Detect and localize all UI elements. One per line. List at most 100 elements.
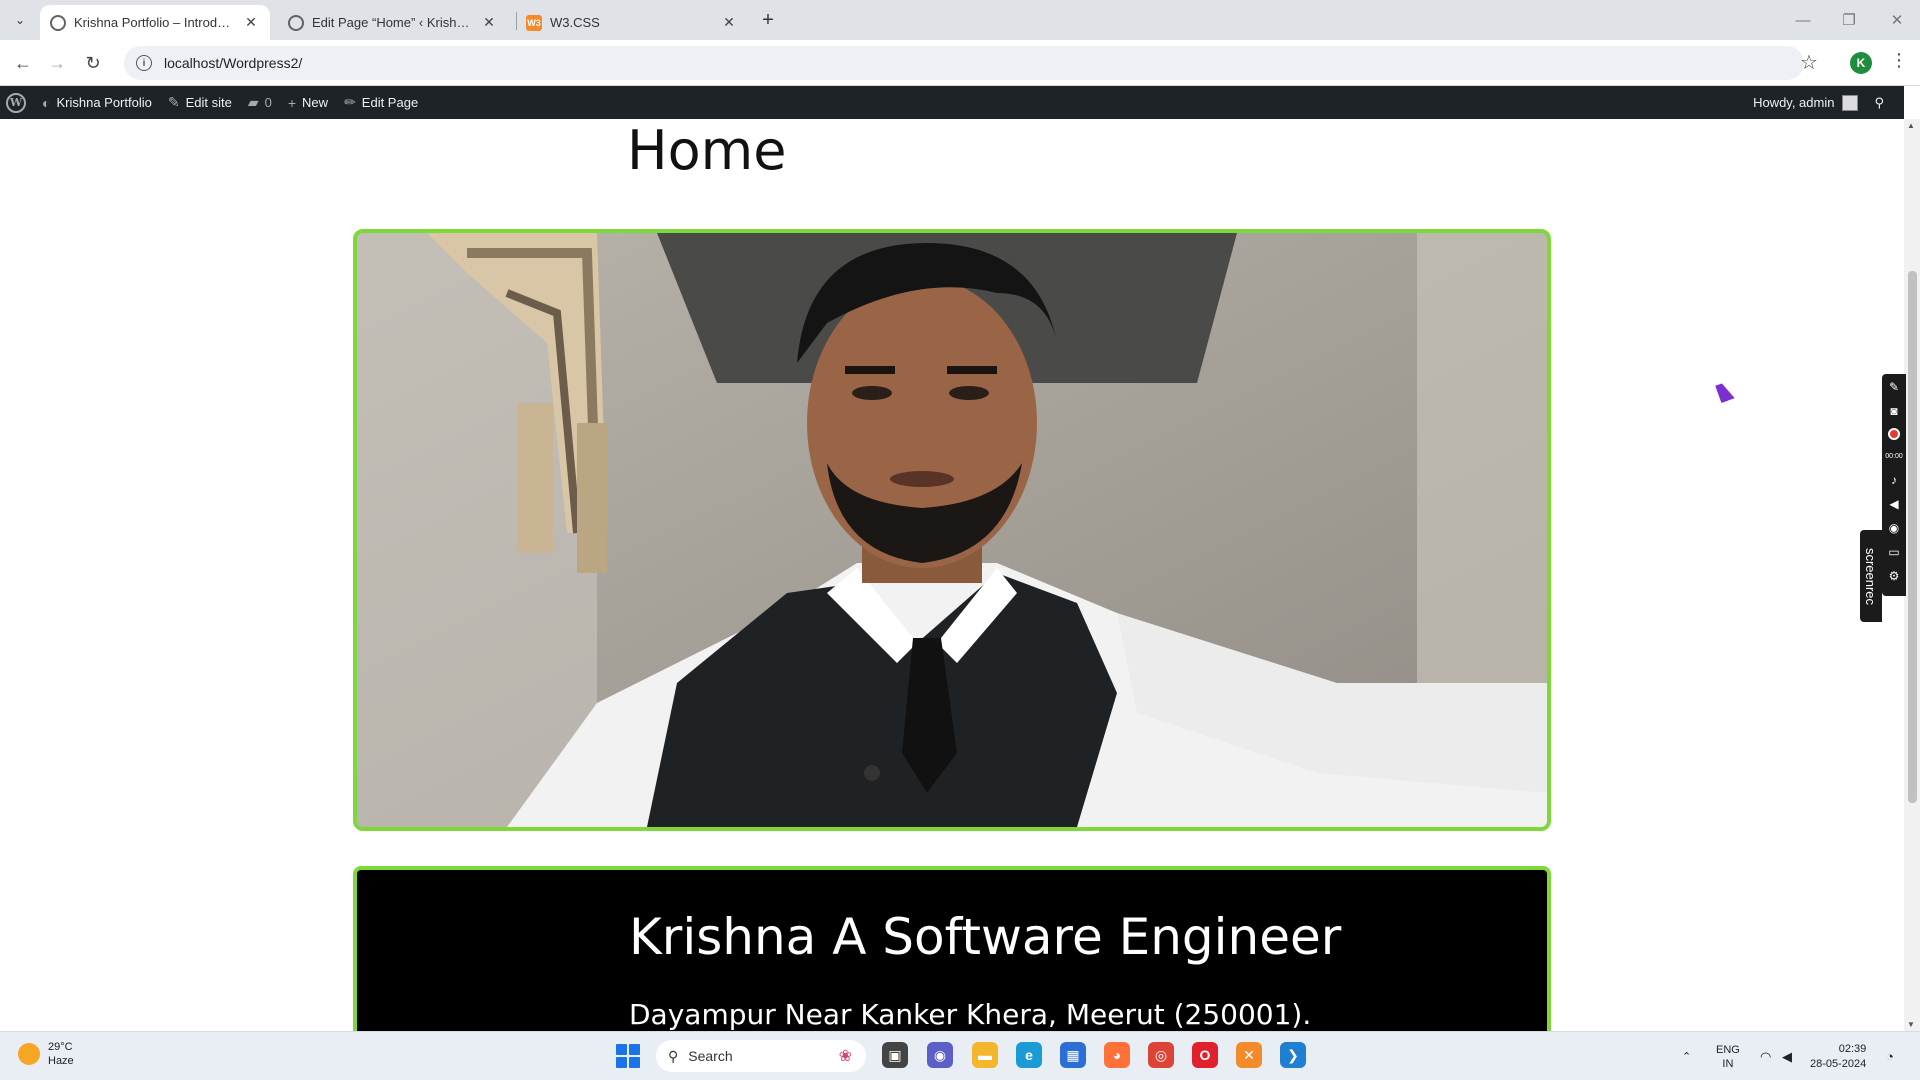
clock-time: 02:39 bbox=[1838, 1042, 1867, 1055]
microphone-icon[interactable]: ♪ bbox=[1891, 473, 1897, 488]
record-timer: 00:00 bbox=[1885, 453, 1903, 460]
screenrec-toolbar: ✎ ◙ 00:00 ♪ ◀ ◉ ▭ ⚙ bbox=[1882, 374, 1906, 596]
teams-chat-icon[interactable]: ◉ bbox=[927, 1042, 953, 1068]
w3schools-favicon-icon: W3 bbox=[526, 14, 542, 31]
site-info-icon[interactable]: i bbox=[136, 55, 152, 71]
back-arrow-icon[interactable]: ← bbox=[10, 50, 36, 76]
comments-count: 0 bbox=[264, 95, 272, 110]
region-code: IN bbox=[1722, 1057, 1734, 1070]
new-content-menu[interactable]: + New bbox=[280, 86, 336, 119]
file-explorer-icon[interactable]: ▬ bbox=[972, 1042, 998, 1068]
weather-moon-icon bbox=[18, 1043, 40, 1065]
speaker-icon[interactable]: ◀ bbox=[1889, 497, 1898, 512]
reload-icon[interactable]: ↻ bbox=[80, 50, 106, 76]
weather-widget[interactable]: 29°C Haze bbox=[18, 1040, 74, 1068]
clock[interactable]: 02:39 28-05-2024 bbox=[1810, 1042, 1866, 1072]
profile-avatar[interactable]: K bbox=[1850, 52, 1872, 74]
forward-arrow-icon[interactable]: → bbox=[44, 50, 70, 76]
pen-icon[interactable]: ✎ bbox=[1889, 380, 1899, 395]
search-icon: ⚲ bbox=[668, 1047, 679, 1064]
microsoft-store-icon[interactable]: ▦ bbox=[1060, 1042, 1086, 1068]
edit-site-label: Edit site bbox=[185, 95, 232, 110]
admin-search-icon[interactable]: ⚲ bbox=[1866, 86, 1888, 119]
page-scrollbar[interactable]: ▲ ▼ bbox=[1904, 119, 1920, 1031]
scroll-up-arrow-icon[interactable]: ▲ bbox=[1907, 121, 1915, 130]
profile-photo bbox=[353, 229, 1551, 831]
chrome-icon[interactable]: ◎ bbox=[1148, 1042, 1174, 1068]
plus-icon: + bbox=[287, 94, 297, 111]
edit-page-menu[interactable]: ✏ Edit Page bbox=[336, 86, 426, 119]
bio-card: Krishna A Software Engineer Dayampur Nea… bbox=[353, 866, 1551, 1031]
bio-address: Dayampur Near Kanker Khera, Meerut (2500… bbox=[629, 998, 1312, 1031]
weather-condition: Haze bbox=[48, 1055, 74, 1067]
wp-admin-bar: W ◐ Krishna Portfolio ✎ Edit site ▰ 0 + … bbox=[0, 86, 1904, 119]
settings-gear-icon[interactable]: ⚙ bbox=[1889, 569, 1900, 584]
search-highlight-icon: ❀ bbox=[838, 1048, 852, 1065]
wp-logo-menu[interactable]: W bbox=[0, 86, 34, 119]
screenrec-tab[interactable]: screenrec bbox=[1860, 530, 1882, 622]
show-hidden-icons[interactable]: ⌃ bbox=[1682, 1032, 1691, 1080]
pencil-icon: ✏ bbox=[344, 94, 356, 110]
bio-heading: Krishna A Software Engineer bbox=[629, 908, 1342, 966]
page-title: Home bbox=[627, 119, 787, 182]
scroll-down-arrow-icon[interactable]: ▼ bbox=[1907, 1020, 1915, 1029]
close-tab-icon[interactable]: ✕ bbox=[480, 14, 498, 32]
page-content: Home Krishna A Software Engineer Dayampu… bbox=[0, 119, 1904, 1031]
my-account-menu[interactable]: Howdy, admin bbox=[1745, 86, 1866, 119]
record-icon[interactable] bbox=[1888, 428, 1900, 440]
tab-edit-page-home[interactable]: Edit Page “Home” ‹ Krishna Portfolio ✕ bbox=[278, 5, 508, 40]
profile-photo-illustration bbox=[357, 233, 1547, 827]
site-name-menu[interactable]: ◐ Krishna Portfolio bbox=[34, 86, 160, 119]
language-code: ENG bbox=[1716, 1043, 1740, 1056]
wordpress-logo-icon: W bbox=[6, 92, 26, 113]
restore-window-icon[interactable]: ❐ bbox=[1826, 0, 1872, 40]
tab-title: Edit Page “Home” ‹ Krishna Portfolio bbox=[312, 15, 474, 30]
webcam-icon[interactable]: ◉ bbox=[1889, 521, 1899, 536]
globe-favicon-icon bbox=[288, 14, 304, 31]
tab-search-dropdown-icon[interactable]: ⌄ bbox=[8, 8, 32, 32]
camera-icon[interactable]: ◙ bbox=[1890, 404, 1897, 419]
firefox-icon[interactable]: ◕ bbox=[1104, 1042, 1130, 1068]
close-window-icon[interactable]: ✕ bbox=[1874, 0, 1920, 40]
tab-title: W3.CSS bbox=[550, 15, 600, 30]
address-bar[interactable]: i localhost/Wordpress2/ bbox=[124, 46, 1804, 80]
volume-icon[interactable]: ◀ bbox=[1782, 1032, 1792, 1080]
close-tab-icon[interactable]: ✕ bbox=[720, 14, 738, 32]
browser-tab-strip: ⌄ Krishna Portfolio – Introduction ✕ Edi… bbox=[0, 0, 1920, 40]
wifi-icon[interactable]: ◠ bbox=[1760, 1032, 1771, 1080]
opera-icon[interactable]: O bbox=[1192, 1042, 1218, 1068]
windows-taskbar: 29°C Haze ⚲ Search ❀ ▣ ◉ ▬ e ▦ ◕ ◎ O ✕ ❯… bbox=[0, 1031, 1920, 1080]
url-text[interactable]: localhost/Wordpress2/ bbox=[164, 55, 302, 71]
minimize-window-icon[interactable]: — bbox=[1780, 0, 1826, 40]
new-tab-button[interactable]: + bbox=[756, 8, 780, 32]
comment-icon: ▰ bbox=[247, 94, 259, 110]
browser-menu-icon[interactable]: ⋮ bbox=[1890, 50, 1908, 71]
howdy-label: Howdy, admin bbox=[1753, 95, 1835, 110]
bookmark-star-icon[interactable]: ☆ bbox=[1800, 50, 1818, 75]
dashboard-icon: ◐ bbox=[42, 94, 51, 111]
brush-icon: ✎ bbox=[167, 94, 180, 110]
site-name-label: Krishna Portfolio bbox=[56, 95, 152, 110]
task-view-icon[interactable]: ▣ bbox=[882, 1042, 908, 1068]
taskbar-search-placeholder: Search bbox=[688, 1048, 733, 1064]
tab-w3css[interactable]: W3 W3.CSS ✕ bbox=[516, 5, 748, 40]
clock-date: 28-05-2024 bbox=[1810, 1057, 1867, 1070]
weather-temperature: 29°C bbox=[48, 1041, 73, 1053]
edit-page-label: Edit Page bbox=[361, 95, 419, 110]
language-indicator[interactable]: ENG IN bbox=[1716, 1043, 1740, 1071]
globe-favicon-icon bbox=[50, 14, 66, 31]
close-tab-icon[interactable]: ✕ bbox=[242, 14, 260, 32]
comments-menu[interactable]: ▰ 0 bbox=[240, 86, 280, 119]
window-icon[interactable]: ▭ bbox=[1888, 545, 1899, 560]
tab-krishna-portfolio[interactable]: Krishna Portfolio – Introduction ✕ bbox=[40, 5, 270, 40]
edit-site-menu[interactable]: ✎ Edit site bbox=[160, 86, 240, 119]
edge-browser-icon[interactable]: e bbox=[1016, 1042, 1042, 1068]
windows-start-icon[interactable] bbox=[616, 1044, 640, 1068]
tab-title: Krishna Portfolio – Introduction bbox=[74, 15, 236, 30]
taskbar-search-box[interactable]: ⚲ Search ❀ bbox=[656, 1040, 866, 1072]
vscode-icon[interactable]: ❯ bbox=[1280, 1042, 1306, 1068]
notifications-bell-icon[interactable]: ◔ bbox=[1886, 1032, 1894, 1080]
xampp-icon[interactable]: ✕ bbox=[1236, 1042, 1262, 1068]
scrollbar-thumb[interactable] bbox=[1908, 271, 1917, 803]
screenrec-label: screenrec bbox=[1863, 547, 1879, 605]
